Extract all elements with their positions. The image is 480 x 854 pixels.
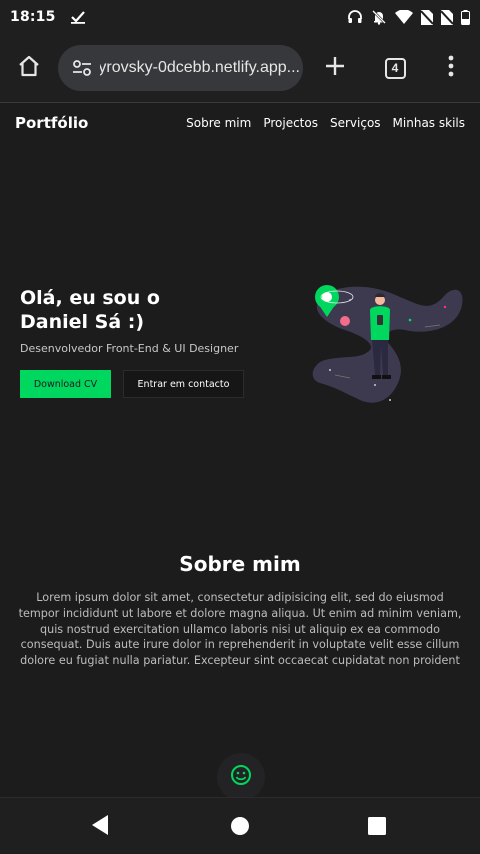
no-sim-icon [441,9,453,25]
wifi-icon [395,10,413,24]
no-sim-icon [421,9,433,25]
browser-toolbar: ...eyrovsky-0dcebb.netlify.app 4 [0,34,480,102]
status-time: 18:15 [10,9,56,25]
about-title: Sobre mim [179,552,301,576]
tabs-button[interactable]: 4 [375,48,415,88]
hero-subtitle: Desenvolvedor Front-End & UI Designer [20,342,239,355]
contact-button[interactable]: Entrar em contacto [123,370,244,398]
check-icon [70,10,86,24]
nav-link-sobre-mim[interactable]: Sobre mim [186,116,251,130]
more-menu-button[interactable] [431,48,471,88]
status-bar: 18:15 [0,0,480,34]
headphones-icon [347,9,363,25]
new-tab-icon [324,55,346,81]
tabs-icon: 4 [384,57,406,79]
hero-title-line2: Daniel Sá :) [20,311,145,333]
smile-fab-button[interactable] [217,753,265,801]
download-cv-button[interactable]: Download CV [20,370,111,398]
new-tab-button[interactable] [315,48,355,88]
home-button[interactable] [9,48,49,88]
nav-link-skills[interactable]: Minhas skils [393,116,465,130]
more-vert-icon [448,55,454,81]
hero-illustration [305,275,465,410]
battery-icon [461,9,470,25]
hero-title: Olá, eu sou o Daniel Sá :) [20,286,220,334]
hero-title-line1: Olá, eu sou o [20,287,160,309]
address-bar[interactable]: ...eyrovsky-0dcebb.netlify.app [58,45,303,91]
home-nav-button[interactable] [229,815,251,841]
nav-link-servicos[interactable]: Serviços [330,116,381,130]
site-navbar: Portfólio Sobre mim Projectos Serviços M… [0,103,480,143]
smile-icon [230,764,252,790]
brand-logo[interactable]: Portfólio [15,114,88,132]
system-navigation-bar [0,797,480,854]
site-settings-icon[interactable] [64,59,100,77]
url-text: ...eyrovsky-0dcebb.netlify.app [100,59,300,76]
nav-link-projectos[interactable]: Projectos [263,116,318,130]
recents-button[interactable] [367,816,387,840]
home-icon [17,54,41,82]
back-button[interactable] [90,814,110,840]
about-paragraph: Lorem ipsum dolor sit amet, consectetur … [18,591,462,668]
bell-off-icon [371,9,387,25]
nav-links: Sobre mim Projectos Serviços Minhas skil… [186,116,465,130]
